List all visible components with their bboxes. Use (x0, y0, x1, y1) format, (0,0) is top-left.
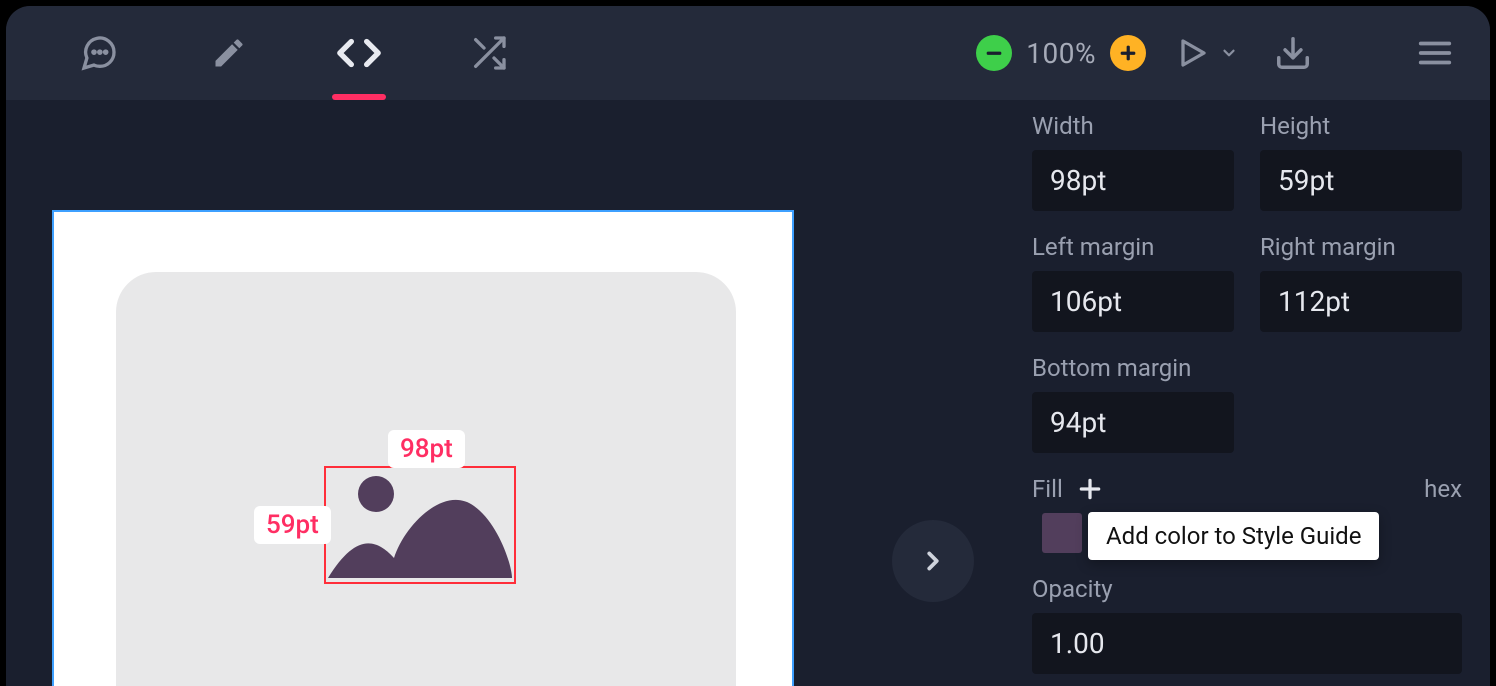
left-margin-field: Left margin (1032, 233, 1234, 332)
artboard[interactable]: 98pt 59pt (52, 210, 794, 686)
height-field: Height (1260, 112, 1462, 211)
opacity-input[interactable] (1032, 613, 1462, 674)
selection-height-badge: 59pt (254, 506, 331, 544)
width-label: Width (1032, 112, 1234, 140)
download-button[interactable] (1266, 26, 1320, 80)
menu-icon (1416, 34, 1454, 72)
expand-panel-button[interactable] (892, 520, 974, 602)
code-tab[interactable] (294, 6, 424, 100)
fill-tooltip: Add color to Style Guide (1088, 512, 1379, 560)
opacity-field: Opacity (1032, 575, 1462, 686)
zoom-group: 100% (976, 35, 1146, 71)
plus-icon (1077, 476, 1103, 502)
toolbar-left-group (34, 6, 554, 100)
right-margin-label: Right margin (1260, 233, 1462, 261)
edit-tab[interactable] (164, 6, 294, 100)
fill-format-label[interactable]: hex (1424, 475, 1462, 503)
pencil-icon (211, 35, 247, 71)
app-window: 100% (6, 6, 1490, 686)
shuffle-tab[interactable] (424, 6, 554, 100)
fill-swatch-row: Add color to Style Guide (1032, 513, 1462, 553)
left-margin-input[interactable] (1032, 271, 1234, 332)
fill-label: Fill (1032, 475, 1063, 503)
hamburger-menu-button[interactable] (1408, 26, 1462, 80)
download-icon (1274, 34, 1312, 72)
right-margin-field: Right margin (1260, 233, 1462, 332)
width-field: Width (1032, 112, 1234, 211)
bottom-margin-input[interactable] (1032, 392, 1234, 453)
code-icon (336, 30, 382, 76)
fill-section-header: Fill hex (1032, 475, 1462, 503)
width-input[interactable] (1032, 150, 1234, 211)
chevron-down-icon (1220, 44, 1238, 62)
toolbar-right-group: 100% (976, 26, 1462, 80)
bottom-margin-label: Bottom margin (1032, 354, 1234, 382)
preview-button[interactable] (1174, 35, 1238, 71)
selection-width-badge: 98pt (388, 430, 465, 468)
chat-icon (79, 33, 119, 73)
left-margin-label: Left margin (1032, 233, 1234, 261)
selection-box[interactable] (324, 466, 516, 584)
fill-color-swatch[interactable] (1042, 513, 1082, 553)
comments-tab[interactable] (34, 6, 164, 100)
inspector-panel: Width Height Left margin Right margin (1012, 100, 1490, 686)
body: 98pt 59pt Width Height (6, 100, 1490, 686)
opacity-label: Opacity (1032, 575, 1462, 603)
toolbar: 100% (6, 6, 1490, 100)
play-icon (1174, 35, 1210, 71)
minus-icon (983, 42, 1005, 64)
plus-icon (1117, 42, 1139, 64)
bottom-margin-field: Bottom margin (1032, 354, 1234, 453)
zoom-in-button[interactable] (1110, 35, 1146, 71)
canvas-area[interactable]: 98pt 59pt (6, 100, 1012, 686)
shuffle-icon (469, 33, 509, 73)
height-input[interactable] (1260, 150, 1462, 211)
zoom-out-button[interactable] (976, 35, 1012, 71)
add-fill-button[interactable] (1077, 476, 1103, 502)
height-label: Height (1260, 112, 1462, 140)
right-margin-input[interactable] (1260, 271, 1462, 332)
chevron-right-icon (918, 546, 948, 576)
zoom-level-label: 100% (1026, 37, 1096, 70)
